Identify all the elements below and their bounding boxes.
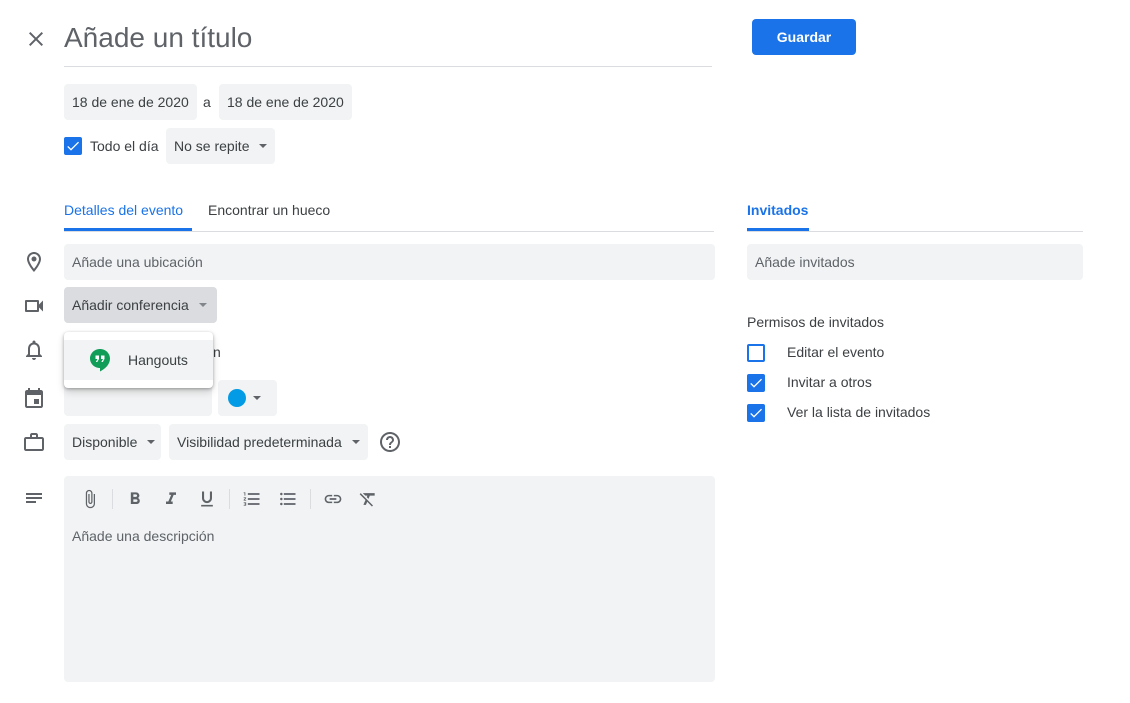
bell-icon	[22, 338, 46, 362]
tab-find-time-label: Encontrar un hueco	[208, 202, 331, 218]
end-date-label: 18 de ene de 2020	[227, 94, 344, 110]
calendar-icon	[22, 386, 46, 410]
all-day-label: Todo el día	[90, 138, 159, 154]
menu-item-hangouts-label: Hangouts	[128, 352, 188, 368]
permission-invite-checkbox[interactable]	[747, 374, 765, 392]
toolbar-divider	[112, 489, 113, 509]
permission-invite-label: Invitar a otros	[787, 374, 872, 390]
underline-icon[interactable]	[195, 487, 219, 511]
visibility-value: Visibilidad predeterminada	[177, 434, 342, 450]
tab-guests-label: Invitados	[747, 202, 809, 218]
description-placeholder: Añade una descripción	[72, 528, 215, 544]
location-pin-icon	[22, 250, 46, 274]
bulleted-list-icon[interactable]	[276, 487, 300, 511]
save-button-label: Guardar	[776, 29, 832, 45]
tab-event-details[interactable]: Detalles del evento	[64, 195, 192, 231]
close-icon[interactable]	[24, 27, 48, 51]
attach-icon[interactable]	[78, 487, 102, 511]
permissions-title: Permisos de invitados	[747, 314, 884, 330]
hangouts-icon	[89, 348, 111, 372]
permission-see-list-label: Ver la lista de invitados	[787, 404, 931, 420]
chevron-down-icon	[259, 144, 268, 148]
location-input[interactable]: Añade una ubicación	[64, 244, 715, 280]
notification-text: n	[213, 344, 221, 360]
toolbar-divider	[310, 489, 311, 509]
save-button[interactable]: Guardar	[752, 19, 856, 55]
add-conference-label: Añadir conferencia	[72, 297, 189, 313]
chevron-down-icon	[147, 440, 156, 444]
start-date-label: 18 de ene de 2020	[72, 94, 189, 110]
tab-guests[interactable]: Invitados	[747, 195, 809, 231]
clear-format-icon[interactable]	[356, 487, 380, 511]
add-conference-button[interactable]: Añadir conferencia	[64, 287, 217, 323]
availability-value: Disponible	[72, 434, 138, 450]
repeat-value: No se repite	[174, 138, 250, 154]
calendar-color-dot	[228, 389, 246, 407]
calendar-color-select[interactable]	[218, 380, 277, 416]
availability-dropdown[interactable]: Disponible	[64, 424, 161, 460]
chevron-down-icon	[253, 396, 261, 400]
end-date[interactable]: 18 de ene de 2020	[219, 84, 352, 120]
tab-find-time[interactable]: Encontrar un hueco	[208, 195, 348, 231]
menu-item-hangouts[interactable]: Hangouts	[64, 340, 213, 380]
numbered-list-icon[interactable]	[240, 487, 264, 511]
permission-edit-label: Editar el evento	[787, 344, 885, 360]
date-separator: a	[203, 94, 211, 110]
permission-edit-checkbox[interactable]	[747, 344, 765, 362]
chevron-down-icon	[198, 303, 207, 307]
link-icon[interactable]	[321, 487, 345, 511]
tab-event-details-label: Detalles del evento	[64, 202, 184, 218]
help-icon[interactable]	[378, 430, 402, 454]
permission-see-list-checkbox[interactable]	[747, 404, 765, 422]
title-placeholder: Añade un título	[64, 22, 253, 53]
visibility-dropdown[interactable]: Visibilidad predeterminada	[169, 424, 368, 460]
guests-placeholder: Añade invitados	[755, 254, 855, 270]
location-placeholder: Añade una ubicación	[72, 254, 203, 270]
conference-menu: Hangouts	[64, 332, 213, 388]
all-day-checkbox[interactable]	[64, 137, 82, 155]
toolbar-divider	[229, 489, 230, 509]
italic-icon[interactable]	[159, 487, 183, 511]
video-camera-icon	[22, 294, 46, 318]
bold-icon[interactable]	[123, 487, 147, 511]
guests-input[interactable]: Añade invitados	[747, 244, 1083, 280]
notes-icon	[22, 487, 46, 511]
chevron-down-icon	[351, 440, 360, 444]
title-input[interactable]: Añade un título	[64, 18, 712, 67]
repeat-dropdown[interactable]: No se repite	[166, 128, 276, 164]
briefcase-icon	[22, 430, 46, 454]
start-date[interactable]: 18 de ene de 2020	[64, 84, 197, 120]
